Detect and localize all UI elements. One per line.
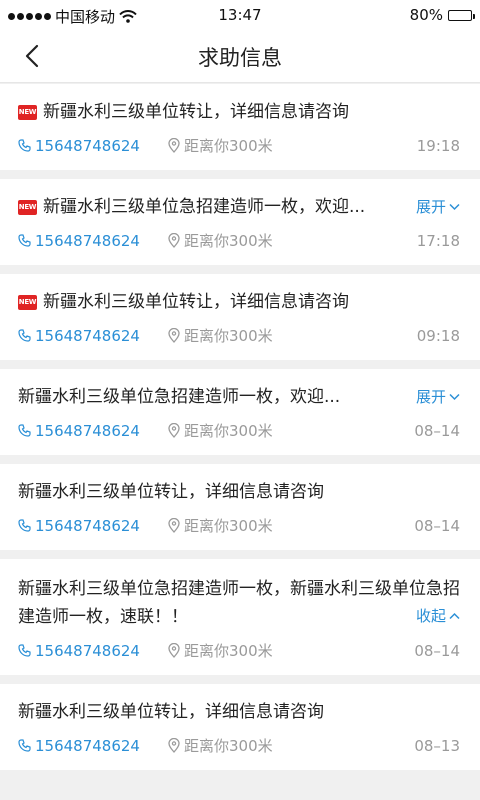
list-item[interactable]: NEW 新疆水利三级单位急招建造师一枚，欢迎... 展开 15648748624 距离你…	[0, 179, 480, 265]
status-bar: 中国移动 13:47 80%	[0, 0, 480, 30]
clock: 13:47	[218, 6, 262, 24]
phone-link[interactable]: 15648748624	[18, 422, 168, 440]
battery-percent: 80%	[409, 6, 443, 24]
distance-label: 距离你300米	[184, 137, 273, 155]
distance-label: 距离你300米	[184, 517, 273, 535]
item-header: 新疆水利三级单位转让，详细信息请咨询	[18, 684, 460, 724]
item-meta: 15648748624 距离你300米 08–14	[18, 420, 460, 441]
phone-icon	[18, 424, 31, 437]
item-header: NEW 新疆水利三级单位转让，详细信息请咨询	[18, 274, 460, 314]
toggle-label: 展开	[415, 198, 446, 216]
chevron-down-icon	[449, 203, 460, 211]
phone-icon	[18, 329, 31, 342]
phone-number: 15648748624	[35, 516, 140, 535]
expand-button[interactable]: 展开	[416, 385, 460, 409]
help-list: NEW 新疆水利三级单位转让，详细信息请咨询 15648748624 距离你300米 1…	[0, 83, 480, 770]
list-item[interactable]: 新疆水利三级单位急招建造师一枚，新疆水利三级单位急招建造师一枚，速联！！ 收起 15…	[0, 559, 480, 675]
collapse-button[interactable]: 收起	[416, 605, 460, 626]
phone-icon	[18, 519, 31, 532]
item-text: 新疆水利三级单位急招建造师一枚，新疆水利三级单位急招建造师一枚，速联！！	[18, 579, 460, 627]
distance: 距离你300米	[168, 135, 417, 156]
distance-label: 距离你300米	[184, 232, 273, 250]
location-icon	[168, 328, 180, 343]
location-icon	[168, 423, 180, 438]
location-icon	[168, 738, 180, 753]
phone-link[interactable]: 15648748624	[18, 232, 168, 250]
item-text: 新疆水利三级单位急招建造师一枚，欢迎...	[18, 387, 341, 407]
list-item[interactable]: 新疆水利三级单位急招建造师一枚，欢迎... 展开 15648748624 距离你300…	[0, 369, 480, 455]
phone-link[interactable]: 15648748624	[18, 737, 168, 755]
phone-icon	[18, 739, 31, 752]
distance: 距离你300米	[168, 515, 414, 536]
item-time: 08–13	[414, 736, 460, 755]
item-time: 19:18	[416, 136, 460, 155]
item-meta: 15648748624 距离你300米 08–13	[18, 735, 460, 756]
new-badge: NEW	[18, 104, 37, 120]
location-icon	[168, 518, 180, 533]
phone-number: 15648748624	[35, 231, 140, 250]
battery-icon	[448, 9, 475, 21]
phone-link[interactable]: 15648748624	[18, 517, 168, 535]
item-header: 新疆水利三级单位急招建造师一枚，新疆水利三级单位急招建造师一枚，速联！！	[18, 559, 460, 631]
list-item[interactable]: 新疆水利三级单位转让，详细信息请咨询 15648748624 距离你300米 08–1…	[0, 684, 480, 770]
phone-icon	[18, 139, 31, 152]
item-text: 新疆水利三级单位急招建造师一枚，欢迎...	[43, 197, 366, 217]
item-text: 新疆水利三级单位转让，详细信息请咨询	[18, 702, 324, 722]
distance-label: 距离你300米	[184, 422, 273, 440]
location-icon	[168, 643, 180, 658]
item-header: NEW 新疆水利三级单位急招建造师一枚，欢迎... 展开	[18, 179, 460, 219]
item-meta: 15648748624 距离你300米 17:18	[18, 230, 460, 251]
list-item[interactable]: NEW 新疆水利三级单位转让，详细信息请咨询 15648748624 距离你300米 0…	[0, 274, 480, 360]
item-text: 新疆水利三级单位转让，详细信息请咨询	[18, 482, 324, 502]
location-icon	[168, 233, 180, 248]
new-badge: NEW	[18, 199, 37, 215]
nav-bar: 求助信息	[0, 30, 480, 83]
item-time: 17:18	[416, 231, 460, 250]
item-meta: 15648748624 距离你300米 08–14	[18, 640, 460, 661]
item-text: 新疆水利三级单位转让，详细信息请咨询	[43, 102, 349, 122]
phone-number: 15648748624	[35, 421, 140, 440]
distance: 距离你300米	[168, 420, 414, 441]
item-time: 08–14	[414, 421, 460, 440]
distance: 距离你300米	[168, 640, 414, 661]
distance-label: 距离你300米	[184, 327, 273, 345]
phone-number: 15648748624	[35, 326, 140, 345]
distance: 距离你300米	[168, 325, 417, 346]
phone-link[interactable]: 15648748624	[18, 137, 168, 155]
item-meta: 15648748624 距离你300米 09:18	[18, 325, 460, 346]
location-icon	[168, 138, 180, 153]
item-meta: 15648748624 距离你300米 19:18	[18, 135, 460, 156]
expand-button[interactable]: 展开	[416, 195, 460, 219]
item-meta: 15648748624 距离你300米 08–14	[18, 515, 460, 536]
item-header: 新疆水利三级单位转让，详细信息请咨询	[18, 464, 460, 504]
phone-number: 15648748624	[35, 136, 140, 155]
distance-label: 距离你300米	[184, 642, 273, 660]
chevron-down-icon	[449, 393, 460, 401]
phone-link[interactable]: 15648748624	[18, 327, 168, 345]
distance: 距离你300米	[168, 735, 414, 756]
phone-number: 15648748624	[35, 641, 140, 660]
list-item[interactable]: NEW 新疆水利三级单位转让，详细信息请咨询 15648748624 距离你300米 1…	[0, 84, 480, 170]
phone-number: 15648748624	[35, 736, 140, 755]
item-time: 08–14	[414, 516, 460, 535]
item-header: NEW 新疆水利三级单位转让，详细信息请咨询	[18, 84, 460, 124]
phone-icon	[18, 234, 31, 247]
page-title: 求助信息	[198, 46, 282, 70]
list-item[interactable]: 新疆水利三级单位转让，详细信息请咨询 15648748624 距离你300米 08–1…	[0, 464, 480, 550]
item-text: 新疆水利三级单位转让，详细信息请咨询	[43, 292, 349, 312]
status-right: 80%	[409, 6, 475, 24]
item-time: 09:18	[416, 326, 460, 345]
phone-icon	[18, 644, 31, 657]
distance: 距离你300米	[168, 230, 417, 251]
item-header: 新疆水利三级单位急招建造师一枚，欢迎... 展开	[18, 369, 460, 409]
phone-link[interactable]: 15648748624	[18, 642, 168, 660]
distance-label: 距离你300米	[184, 737, 273, 755]
chevron-up-icon	[449, 612, 460, 619]
toggle-label: 收起	[415, 607, 446, 625]
toggle-label: 展开	[415, 388, 446, 406]
new-badge: NEW	[18, 294, 37, 310]
item-time: 08–14	[414, 641, 460, 660]
